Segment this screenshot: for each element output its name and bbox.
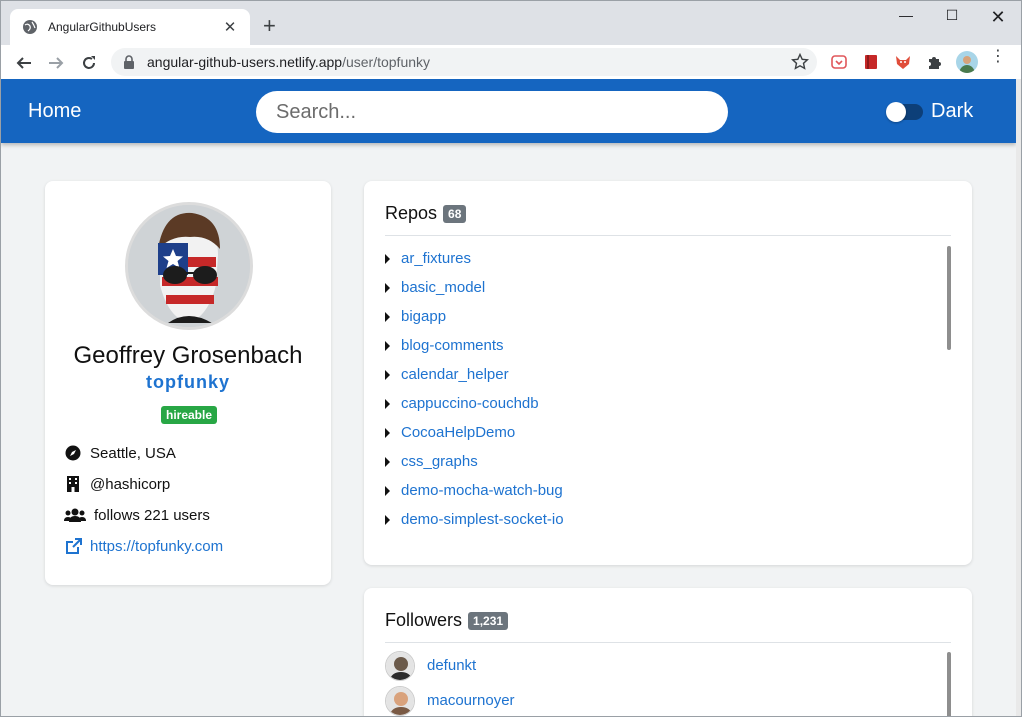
profile-avatar[interactable] bbox=[956, 51, 978, 73]
tab-bar: AngularGithubUsers ✕ + — ☐ ✕ bbox=[1, 1, 1021, 45]
follower-avatar[interactable] bbox=[385, 685, 415, 716]
extension-book-icon[interactable] bbox=[862, 53, 880, 71]
blog-row: https://topfunky.com bbox=[64, 537, 223, 555]
repo-item[interactable]: blog-comments bbox=[385, 331, 951, 360]
repo-item[interactable]: calendar_helper bbox=[385, 360, 951, 389]
caret-right-icon[interactable] bbox=[385, 311, 390, 322]
app-viewport: Home Dark Geoffrey Grosenbac bbox=[1, 79, 1016, 716]
maximize-icon[interactable]: ☐ bbox=[937, 7, 967, 27]
back-icon[interactable] bbox=[12, 51, 36, 75]
browser-tab[interactable]: AngularGithubUsers ✕ bbox=[10, 9, 250, 45]
browser-menu-icon[interactable]: ⋮ bbox=[990, 49, 1006, 72]
repo-item[interactable]: basic_model bbox=[385, 273, 951, 302]
hireable-badge: hireable bbox=[161, 406, 218, 424]
company-text: @hashicorp bbox=[90, 475, 171, 493]
location-row: Seattle, USA bbox=[64, 444, 176, 462]
repos-header: Repos 68 bbox=[385, 203, 467, 224]
extension-fox-icon[interactable] bbox=[894, 53, 912, 71]
url-path: /user/topfunky bbox=[342, 54, 431, 70]
caret-right-icon[interactable] bbox=[385, 514, 390, 525]
follower-avatar[interactable] bbox=[385, 650, 415, 681]
repo-item[interactable]: demo-mocha-watch-bug bbox=[385, 476, 951, 505]
globe-icon bbox=[23, 20, 37, 34]
extension-pocket-icon[interactable] bbox=[830, 53, 848, 71]
caret-right-icon[interactable] bbox=[385, 427, 390, 438]
search-input[interactable] bbox=[256, 91, 728, 133]
caret-right-icon[interactable] bbox=[385, 253, 390, 264]
follower-link[interactable]: defunkt bbox=[427, 657, 476, 674]
following-text: follows 221 users bbox=[94, 506, 210, 524]
caret-right-icon[interactable] bbox=[385, 282, 390, 293]
extensions-puzzle-icon[interactable] bbox=[926, 53, 944, 71]
repo-item[interactable]: ar_fixtures bbox=[385, 244, 951, 273]
bookmark-star-icon[interactable] bbox=[791, 53, 809, 71]
caret-right-icon[interactable] bbox=[385, 340, 390, 351]
profile-login[interactable]: topfunky bbox=[45, 372, 331, 393]
repo-link[interactable]: bigapp bbox=[401, 308, 446, 325]
follower-item[interactable]: macournoyer bbox=[385, 683, 951, 716]
building-icon bbox=[64, 475, 82, 493]
repo-link[interactable]: demo-simplest-socket-io bbox=[401, 511, 564, 528]
following-row: follows 221 users bbox=[64, 506, 210, 524]
repo-link[interactable]: calendar_helper bbox=[401, 366, 509, 383]
repo-link[interactable]: blog-comments bbox=[401, 337, 504, 354]
home-link[interactable]: Home bbox=[28, 100, 81, 123]
minimize-icon[interactable]: — bbox=[891, 7, 921, 27]
caret-right-icon[interactable] bbox=[385, 485, 390, 496]
company-row: @hashicorp bbox=[64, 475, 170, 493]
repo-link[interactable]: CocoaHelpDemo bbox=[401, 424, 515, 441]
compass-icon bbox=[64, 444, 82, 462]
repo-link[interactable]: cappuccino-couchdb bbox=[401, 395, 539, 412]
follower-item[interactable]: defunkt bbox=[385, 648, 951, 683]
repo-item[interactable]: css_graphs bbox=[385, 447, 951, 476]
repos-divider bbox=[385, 235, 951, 236]
caret-right-icon[interactable] bbox=[385, 369, 390, 380]
url-host: angular-github-users.netlify.app bbox=[147, 54, 343, 70]
repo-link[interactable]: basic_model bbox=[401, 279, 485, 296]
repos-count-badge: 68 bbox=[443, 204, 467, 223]
repo-item[interactable]: CocoaHelpDemo bbox=[385, 418, 951, 447]
app-header: Home Dark bbox=[1, 79, 1016, 143]
profile-name: Geoffrey Grosenbach bbox=[73, 342, 303, 369]
repo-item[interactable]: bigapp bbox=[385, 302, 951, 331]
repos-scrollbar[interactable] bbox=[947, 246, 951, 350]
repos-title: Repos bbox=[385, 203, 438, 223]
repo-link[interactable]: ar_fixtures bbox=[401, 250, 471, 267]
repos-card: Repos 68 ar_fixtures basic_modelbigapp blo… bbox=[364, 181, 972, 565]
lock-icon bbox=[124, 55, 134, 69]
followers-scrollbar[interactable] bbox=[947, 652, 951, 716]
profile-card: Geoffrey Grosenbach topfunky hireable Se… bbox=[45, 181, 331, 585]
address-bar[interactable]: angular-github-users.netlify.app/user/to… bbox=[111, 48, 817, 76]
toggle-knob bbox=[886, 102, 906, 122]
external-link-icon bbox=[64, 537, 82, 555]
repo-item[interactable]: cappuccino-couchdb bbox=[385, 389, 951, 418]
tab-title: AngularGithubUsers bbox=[48, 20, 157, 34]
followers-card: Followers 1,231 defunkt macournoyer bbox=[364, 588, 972, 716]
followers-divider bbox=[385, 642, 951, 643]
repo-link[interactable]: demo-mocha-watch-bug bbox=[401, 482, 563, 499]
repo-item[interactable]: demo-simplest-socket-io bbox=[385, 505, 951, 534]
tab-close-icon[interactable]: ✕ bbox=[222, 18, 238, 36]
followers-list: defunkt macournoyer bbox=[385, 648, 951, 716]
reload-icon[interactable] bbox=[77, 51, 101, 75]
followers-title: Followers bbox=[385, 610, 463, 630]
user-avatar bbox=[125, 202, 253, 330]
repos-list: ar_fixtures basic_modelbigapp blog-comment… bbox=[385, 244, 951, 548]
location-text: Seattle, USA bbox=[90, 444, 176, 462]
follower-link[interactable]: macournoyer bbox=[427, 692, 515, 709]
page-scrollbar[interactable] bbox=[1016, 79, 1021, 716]
caret-right-icon[interactable] bbox=[385, 398, 390, 409]
new-tab-icon[interactable]: + bbox=[263, 15, 276, 37]
blog-link[interactable]: https://topfunky.com bbox=[90, 538, 223, 555]
forward-icon[interactable] bbox=[44, 51, 68, 75]
repo-link[interactable]: css_graphs bbox=[401, 453, 478, 470]
followers-count-badge: 1,231 bbox=[468, 611, 509, 630]
users-icon bbox=[64, 506, 86, 524]
dark-mode-label: Dark bbox=[931, 100, 974, 122]
dark-mode-toggle[interactable] bbox=[886, 102, 923, 122]
window-close-icon[interactable]: ✕ bbox=[983, 7, 1013, 27]
caret-right-icon[interactable] bbox=[385, 456, 390, 467]
browser-toolbar: angular-github-users.netlify.app/user/to… bbox=[1, 45, 1021, 80]
followers-header: Followers 1,231 bbox=[385, 610, 509, 631]
